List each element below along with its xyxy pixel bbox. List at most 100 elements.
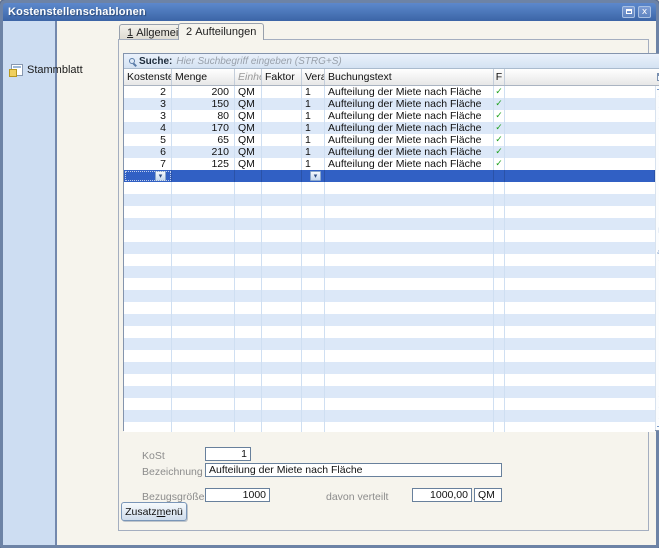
table-row-empty[interactable] (124, 290, 655, 302)
table-row-empty[interactable] (124, 254, 655, 266)
cell-einheit (235, 206, 262, 218)
close-button[interactable]: x (638, 6, 651, 18)
table-row-empty[interactable] (124, 326, 655, 338)
search-label: Suche: (139, 56, 172, 67)
cell-menge (172, 362, 235, 374)
column-header-buchungstext[interactable]: Buchungstext (325, 69, 494, 85)
zusatzmenu-button[interactable]: Zusatzmenü (121, 502, 187, 521)
cell-_ (505, 314, 655, 326)
cell-faktor (262, 194, 302, 206)
cell-menge (172, 374, 235, 386)
cell-buchungstext (325, 170, 494, 182)
dropdown-button[interactable]: ▾ (310, 171, 321, 181)
column-header-einheit[interactable]: Einheit (235, 69, 262, 85)
restore-button[interactable] (622, 6, 635, 18)
table-row-empty[interactable] (124, 230, 655, 242)
table-row[interactable]: 2200QM1Aufteilung der Miete nach Fläche✓ (124, 86, 655, 98)
table-row-empty[interactable] (124, 302, 655, 314)
cell-f (494, 170, 505, 182)
column-header-faktor[interactable]: Faktor (262, 69, 302, 85)
cell-buchungstext (325, 350, 494, 362)
table-row-empty[interactable] (124, 314, 655, 326)
cell-einheit (235, 182, 262, 194)
cell-menge (172, 326, 235, 338)
table-row-empty[interactable] (124, 422, 655, 432)
cell-kostenstelle (124, 230, 172, 242)
cell-vera: 1 (302, 86, 325, 98)
cell-einheit (235, 290, 262, 302)
cell-faktor (262, 266, 302, 278)
column-header-vera[interactable]: Vera (302, 69, 325, 85)
column-header-filler (505, 69, 655, 85)
cell-_ (505, 158, 655, 170)
table-new-row[interactable]: ▾▾ (124, 170, 655, 182)
cell-menge (172, 206, 235, 218)
cell-f (494, 278, 505, 290)
cell-einheit (235, 326, 262, 338)
cell-vera (302, 398, 325, 410)
cell-f: ✓ (494, 134, 505, 146)
table-row-empty[interactable] (124, 218, 655, 230)
table-row-empty[interactable] (124, 386, 655, 398)
table-row[interactable]: 6210QM1Aufteilung der Miete nach Fläche✓ (124, 146, 655, 158)
cell-kostenstelle (124, 278, 172, 290)
cell-buchungstext (325, 326, 494, 338)
cell-_ (505, 278, 655, 290)
cell-menge: 80 (172, 110, 235, 122)
cell-faktor (262, 122, 302, 134)
table-row-empty[interactable] (124, 206, 655, 218)
davon-verteilt-field[interactable] (412, 488, 472, 502)
cell-faktor (262, 134, 302, 146)
aufteilungen-grid: Suche: Hier Suchbegriff eingeben (STRG+S… (123, 53, 659, 431)
column-header-kostenstelle[interactable]: Kostenstelle (124, 69, 172, 85)
table-row-empty[interactable] (124, 410, 655, 422)
cell-einheit (235, 422, 262, 432)
cell-buchungstext (325, 266, 494, 278)
cell-_ (505, 134, 655, 146)
cell-einheit: QM (235, 146, 262, 158)
table-row-empty[interactable] (124, 338, 655, 350)
cell-einheit (235, 314, 262, 326)
bezugsgroesse-field[interactable] (205, 488, 270, 502)
table-row-empty[interactable] (124, 266, 655, 278)
cell-buchungstext (325, 338, 494, 350)
cell-kostenstelle (124, 218, 172, 230)
cell-vera (302, 374, 325, 386)
cell-faktor (262, 422, 302, 432)
tab-aufteilungen[interactable]: 2 Aufteilungen (178, 23, 264, 40)
cell-menge: 125 (172, 158, 235, 170)
cell-kostenstelle (124, 410, 172, 422)
table-row-empty[interactable] (124, 242, 655, 254)
cell-kostenstelle: 7 (124, 158, 172, 170)
column-header-menge[interactable]: Menge (172, 69, 235, 85)
tab-accel: 1 (127, 27, 133, 39)
table-row-empty[interactable] (124, 362, 655, 374)
cell-_ (505, 206, 655, 218)
cell-_ (505, 182, 655, 194)
table-row[interactable]: 380QM1Aufteilung der Miete nach Fläche✓ (124, 110, 655, 122)
bezeichnung-field[interactable] (205, 463, 502, 477)
cell-menge (172, 350, 235, 362)
table-row-empty[interactable] (124, 278, 655, 290)
dropdown-button[interactable]: ▾ (155, 171, 166, 181)
column-chooser-button[interactable] (655, 69, 659, 85)
cell-_ (505, 290, 655, 302)
grid-search-bar[interactable]: Suche: Hier Suchbegriff eingeben (STRG+S… (124, 54, 659, 69)
cell-kostenstelle (124, 362, 172, 374)
table-row-empty[interactable] (124, 374, 655, 386)
table-row[interactable]: 3150QM1Aufteilung der Miete nach Fläche✓ (124, 98, 655, 110)
table-row-empty[interactable] (124, 350, 655, 362)
table-row-empty[interactable] (124, 398, 655, 410)
davon-einheit-field[interactable] (474, 488, 502, 502)
table-row[interactable]: 7125QM1Aufteilung der Miete nach Fläche✓ (124, 158, 655, 170)
table-row-empty[interactable] (124, 182, 655, 194)
cell-_ (505, 218, 655, 230)
cell-kostenstelle (124, 182, 172, 194)
table-row[interactable]: 4170QM1Aufteilung der Miete nach Fläche✓ (124, 122, 655, 134)
kost-label: KoSt (142, 450, 165, 462)
kost-field[interactable] (205, 447, 251, 461)
column-header-f[interactable]: F (494, 69, 505, 85)
cell-f (494, 398, 505, 410)
table-row[interactable]: 565QM1Aufteilung der Miete nach Fläche✓ (124, 134, 655, 146)
table-row-empty[interactable] (124, 194, 655, 206)
